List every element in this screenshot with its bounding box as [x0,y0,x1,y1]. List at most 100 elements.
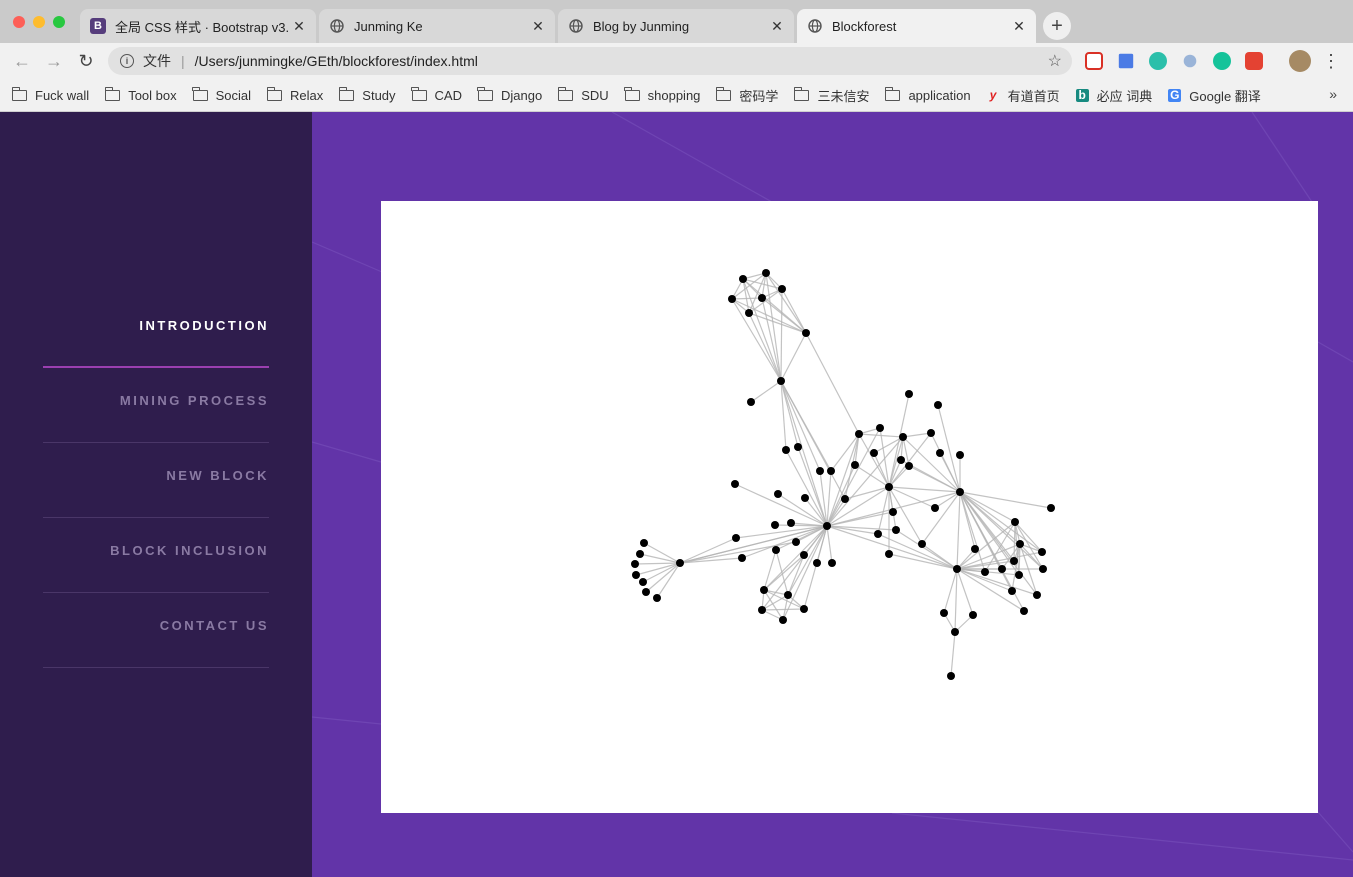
minimize-window-button[interactable] [33,16,45,28]
graph-node[interactable] [1038,548,1046,556]
graph-node[interactable] [800,551,808,559]
graph-node[interactable] [639,578,647,586]
graph-node[interactable] [851,461,859,469]
graph-node[interactable] [794,443,802,451]
graph-node[interactable] [802,329,810,337]
nav-item-block-inclusion[interactable]: BLOCK INCLUSION [43,543,269,593]
tab-blog[interactable]: Blog by Junming ✕ [558,9,794,43]
close-tab-icon[interactable]: ✕ [770,18,784,35]
graph-node[interactable] [760,586,768,594]
nav-item-introduction[interactable]: INTRODUCTION [43,318,269,368]
graph-node[interactable] [870,449,878,457]
graph-node[interactable] [1010,557,1018,565]
bookmark-star-icon[interactable]: ☆ [1048,51,1062,71]
bookmark-folder[interactable]: Django [477,86,542,103]
graph-node[interactable] [899,433,907,441]
graph-node[interactable] [1047,504,1055,512]
bookmark-google-translate[interactable]: G Google 翻译 [1168,86,1261,105]
graph-node[interactable] [951,628,959,636]
graph-node[interactable] [931,504,939,512]
graph-node[interactable] [947,672,955,680]
graph-node[interactable] [969,611,977,619]
graph-node[interactable] [905,390,913,398]
graph-node[interactable] [841,495,849,503]
graph-node[interactable] [953,565,961,573]
graph-node[interactable] [918,540,926,548]
bookmark-folder[interactable]: Tool box [104,86,177,103]
graph-node[interactable] [792,538,800,546]
graph-node[interactable] [1020,607,1028,615]
back-arrow-icon[interactable]: ← [12,51,32,71]
extension-m-icon[interactable] [1149,52,1167,70]
tab-junming-ke[interactable]: Junming Ke ✕ [319,9,555,43]
graph-node[interactable] [876,424,884,432]
graph-node[interactable] [956,488,964,496]
avatar[interactable] [1289,50,1311,72]
graph-node[interactable] [778,285,786,293]
more-bookmarks-icon[interactable]: » [1329,86,1337,102]
bookmark-folder[interactable]: shopping [624,86,700,103]
graph-node[interactable] [787,519,795,527]
graph-node[interactable] [632,571,640,579]
bookmark-folder[interactable]: application [884,86,971,103]
graph-node[interactable] [642,588,650,596]
graph-node[interactable] [998,565,1006,573]
graph-node[interactable] [1039,565,1047,573]
graph-node[interactable] [827,467,835,475]
graph-node[interactable] [940,609,948,617]
todoist-icon[interactable] [1245,52,1263,70]
close-tab-icon[interactable]: ✕ [292,18,306,35]
block-network-graph[interactable] [381,201,1318,813]
graph-node[interactable] [934,401,942,409]
graph-node[interactable] [631,560,639,568]
graph-node[interactable] [855,430,863,438]
bookmark-folder[interactable]: Relax [266,86,323,103]
bookmark-folder[interactable]: Fuck wall [11,86,89,103]
graph-node[interactable] [1008,587,1016,595]
graph-node[interactable] [779,616,787,624]
graph-node[interactable] [739,275,747,283]
graph-node[interactable] [771,521,779,529]
graph-node[interactable] [1011,518,1019,526]
address-bar[interactable]: i 文件 | /Users/junmingke/GEth/blockforest… [108,47,1072,75]
graph-node[interactable] [676,559,684,567]
close-tab-icon[interactable]: ✕ [531,18,545,35]
graph-node[interactable] [801,494,809,502]
new-tab-button[interactable]: + [1043,12,1071,40]
graph-node[interactable] [758,294,766,302]
graph-node[interactable] [1015,571,1023,579]
graph-node[interactable] [1016,540,1024,548]
graph-node[interactable] [747,398,755,406]
graph-node[interactable] [762,269,770,277]
nav-item-mining-process[interactable]: MINING PROCESS [43,393,269,443]
bookmark-youdao[interactable]: y 有道首页 [987,86,1060,105]
graph-node[interactable] [874,530,882,538]
graph-node[interactable] [956,451,964,459]
graph-node[interactable] [927,429,935,437]
graph-node[interactable] [885,483,893,491]
close-tab-icon[interactable]: ✕ [1012,18,1026,35]
graph-node[interactable] [892,526,900,534]
tab-bootstrap[interactable]: B 全局 CSS 样式 · Bootstrap v3. ✕ [80,9,316,43]
bookmark-folder[interactable]: CAD [411,86,462,103]
graph-node[interactable] [745,309,753,317]
graph-node[interactable] [772,546,780,554]
gmail-icon[interactable] [1085,52,1103,70]
extension-search-icon[interactable] [1183,54,1197,68]
graph-node[interactable] [731,480,739,488]
close-window-button[interactable] [13,16,25,28]
forward-arrow-icon[interactable]: → [44,51,64,71]
graph-node[interactable] [823,522,831,530]
graph-node[interactable] [774,490,782,498]
graph-node[interactable] [640,539,648,547]
graph-node[interactable] [653,594,661,602]
graph-node[interactable] [738,554,746,562]
graph-node[interactable] [971,545,979,553]
nav-item-contact-us[interactable]: CONTACT US [43,618,269,668]
reload-icon[interactable]: ↻ [76,51,96,71]
graph-node[interactable] [981,568,989,576]
bookmark-folder[interactable]: 密码学 [715,86,778,105]
graph-node[interactable] [897,456,905,464]
graph-node[interactable] [813,559,821,567]
graph-node[interactable] [1033,591,1041,599]
